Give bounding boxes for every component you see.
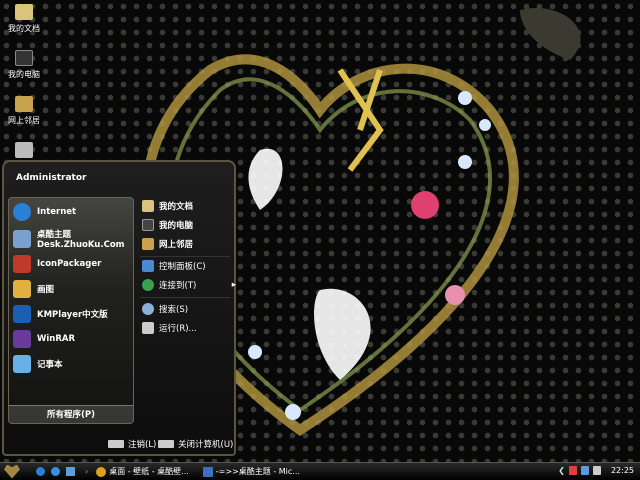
computer-icon: [15, 50, 33, 66]
notepad-icon: [13, 355, 31, 373]
task-button-browser[interactable]: 桌面 - 壁纸 - 桌酷壁...: [96, 466, 189, 477]
computer-icon: [142, 219, 154, 231]
folder-icon: [142, 200, 154, 212]
paint-icon: [13, 280, 31, 298]
program-kmplayer[interactable]: KMPlayer中文版: [13, 305, 108, 323]
tray-app-icon[interactable]: [568, 466, 577, 475]
power-icon: [158, 440, 174, 448]
chrome-icon: [96, 466, 107, 477]
menu-my-documents[interactable]: 我的文档: [142, 200, 193, 212]
control-panel-icon: [142, 260, 154, 272]
winrar-icon: [13, 330, 31, 348]
program-zhuoku[interactable]: 桌酷主题 Desk.ZhuoKu.Com: [13, 228, 125, 250]
browser-icon[interactable]: [51, 467, 60, 476]
network-icon: [15, 96, 33, 112]
start-button[interactable]: [4, 464, 20, 479]
network-icon: [142, 238, 154, 250]
menu-search[interactable]: 搜索(S): [142, 303, 188, 315]
kmplayer-icon: [13, 305, 31, 323]
system-tray: ❮ 22:25: [558, 466, 634, 475]
task-button-word[interactable]: -=>>桌酷主题 - Mic...: [202, 466, 300, 477]
zhuoku-icon: [13, 230, 31, 248]
show-desktop-icon[interactable]: [66, 467, 75, 476]
word-icon: [202, 466, 213, 477]
taskbar: › 桌面 - 壁纸 - 桌酷壁... -=>>桌酷主题 - Mic... ❮ 2…: [0, 462, 640, 480]
network-tray-icon[interactable]: [580, 466, 589, 475]
menu-my-computer[interactable]: 我的电脑: [142, 219, 193, 231]
shutdown-button[interactable]: 关闭计算机(U): [158, 438, 233, 450]
program-internet[interactable]: Internet: [13, 203, 76, 221]
iconpackager-icon: [13, 255, 31, 273]
arrow-icon[interactable]: ❮: [558, 466, 565, 475]
quick-launch: ›: [36, 467, 88, 476]
menu-control-panel[interactable]: 控制面板(C): [142, 260, 206, 272]
logoff-button[interactable]: 注销(L): [108, 438, 156, 450]
search-icon: [142, 303, 154, 315]
connect-icon: [142, 279, 154, 291]
user-name: Administrator: [16, 173, 87, 183]
folder-icon: [15, 4, 33, 20]
ie-icon: [13, 203, 31, 221]
menu-network[interactable]: 网上邻居: [142, 238, 193, 250]
run-icon: [142, 322, 154, 334]
desktop-icon-my-documents[interactable]: 我的文档: [2, 4, 46, 34]
lock-icon: [108, 440, 124, 448]
all-programs-button[interactable]: 所有程序(P): [9, 405, 133, 423]
program-winrar[interactable]: WinRAR: [13, 330, 75, 348]
divider: [140, 297, 230, 298]
divider: [140, 256, 230, 257]
desktop-icon-network[interactable]: 网上邻居: [2, 96, 46, 126]
menu-run[interactable]: 运行(R)...: [142, 322, 197, 334]
clock[interactable]: 22:25: [611, 466, 634, 475]
program-iconpackager[interactable]: IconPackager: [13, 255, 101, 273]
menu-connect-to[interactable]: 连接到(T) ▸: [142, 279, 236, 291]
desktop-icon-my-computer[interactable]: 我的电脑: [2, 50, 46, 80]
ie-icon[interactable]: [36, 467, 45, 476]
program-paint[interactable]: 画图: [13, 280, 54, 298]
volume-icon[interactable]: [592, 466, 601, 475]
chevron-right-icon[interactable]: ›: [85, 467, 88, 476]
start-menu: Administrator Internet 桌酷主题 Desk.ZhuoKu.C…: [2, 160, 236, 456]
desktop-icon-recycle-bin[interactable]: [2, 142, 46, 161]
program-notepad[interactable]: 记事本: [13, 355, 63, 373]
pinned-programs: Internet 桌酷主题 Desk.ZhuoKu.Com IconPackage…: [8, 197, 134, 424]
recycle-bin-icon: [15, 142, 33, 158]
submenu-arrow-icon: ▸: [231, 280, 236, 290]
